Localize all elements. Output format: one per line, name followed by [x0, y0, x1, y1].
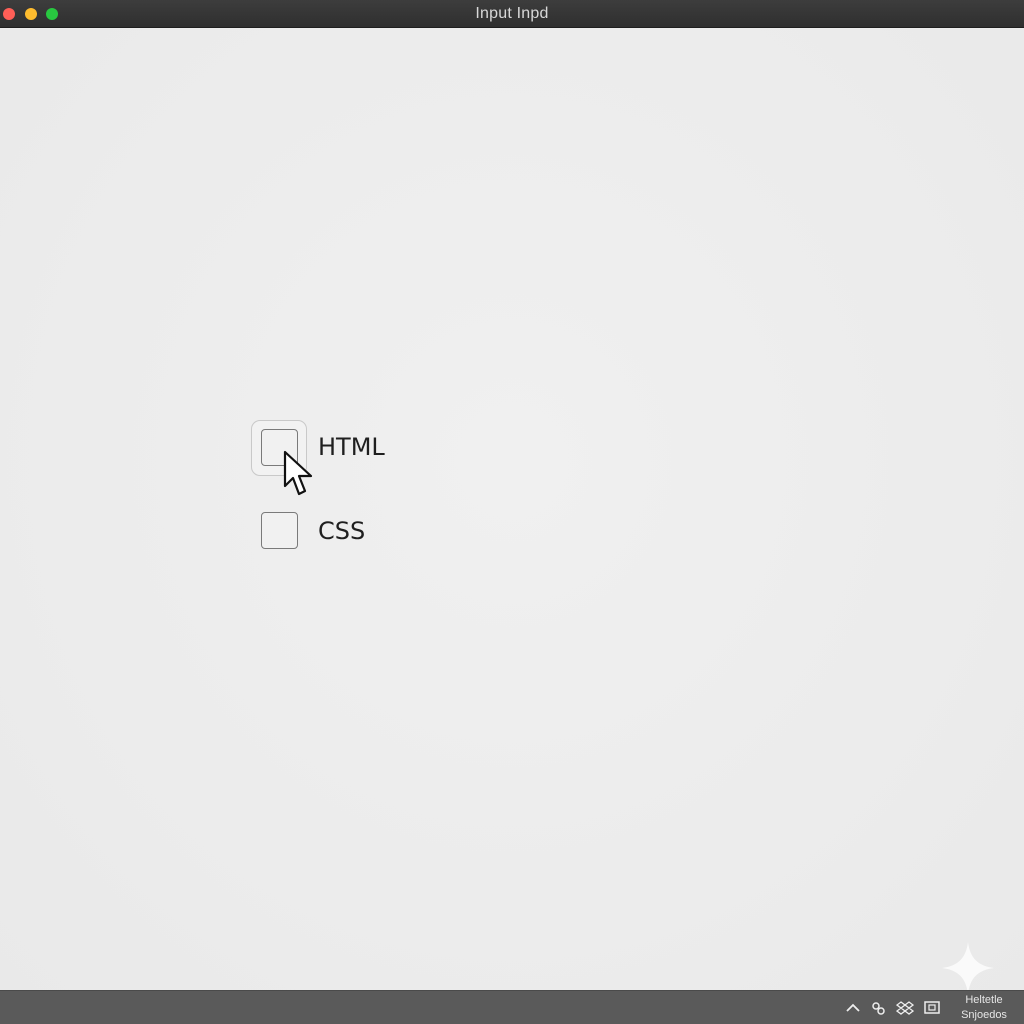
tray-text-secondary[interactable]: Snjoedos — [952, 1008, 1016, 1022]
dropbox-icon[interactable] — [896, 999, 914, 1017]
html-checkbox[interactable] — [261, 429, 298, 466]
chevron-up-icon[interactable] — [844, 999, 862, 1017]
content-area — [0, 29, 1024, 990]
html-checkbox-label[interactable]: HTML — [318, 433, 385, 461]
taskbar: Heltetle Snjoedos — [0, 990, 1024, 1024]
sparkle-icon — [942, 942, 994, 994]
css-checkbox-label[interactable]: CSS — [318, 517, 365, 545]
network-icon[interactable] — [869, 999, 887, 1017]
window-title: Input Inpd — [475, 5, 549, 22]
display-icon[interactable] — [923, 999, 941, 1017]
css-checkbox[interactable] — [261, 512, 298, 549]
app-window: Input Inpd HTML CSS Heltetle Snjoedos — [0, 0, 1024, 1024]
title-bar[interactable]: Input Inpd — [0, 0, 1024, 28]
tray-text-primary[interactable]: Heltetle — [952, 993, 1016, 1007]
